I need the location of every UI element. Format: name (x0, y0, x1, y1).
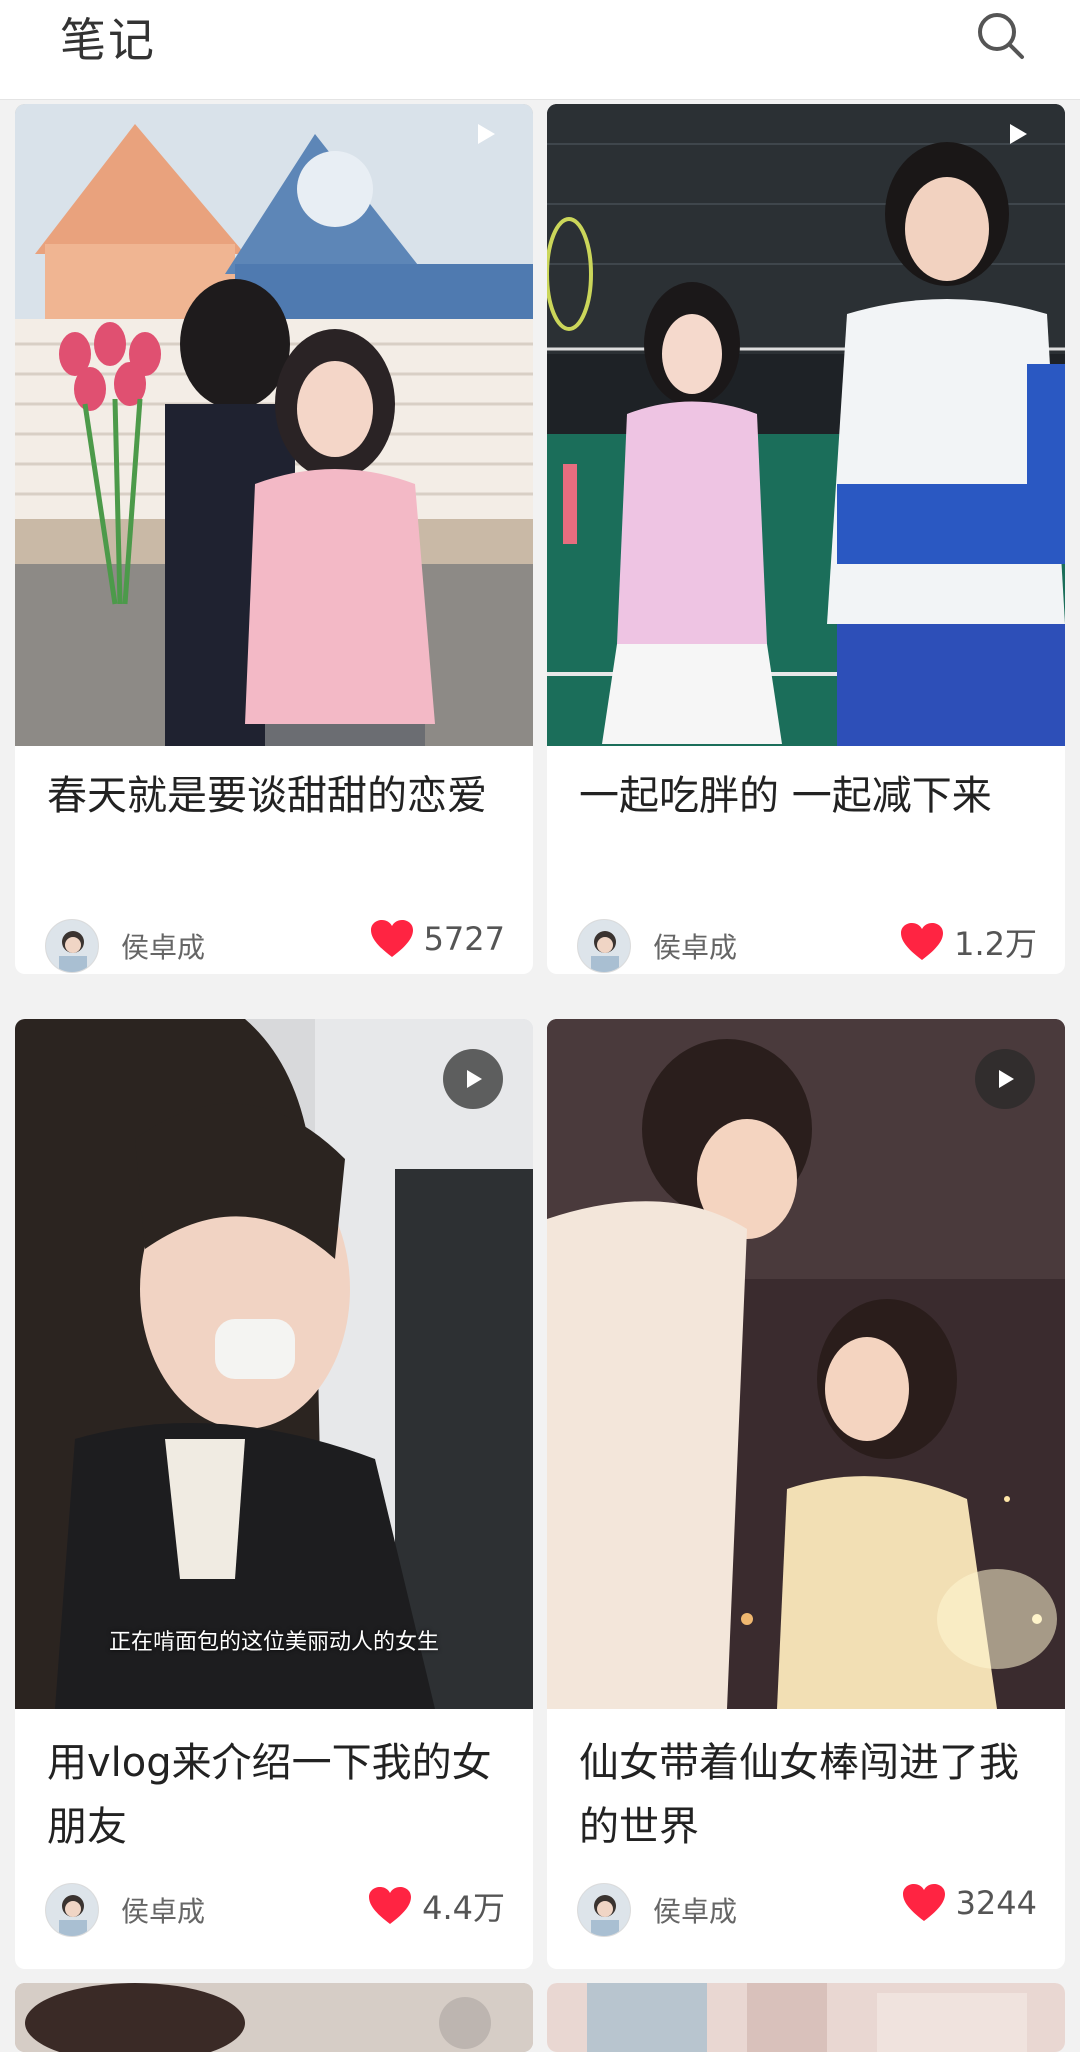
avatar (577, 919, 631, 973)
note-card[interactable]: 春天就是要谈甜甜的恋爱 侯卓成 5727 (15, 104, 533, 974)
play-icon (1010, 124, 1027, 144)
video-play-button[interactable] (443, 1049, 503, 1109)
likes-count: 1.2万 (954, 925, 1037, 963)
avatar (45, 1883, 99, 1937)
heart-icon (902, 1884, 945, 1921)
author-name: 侯卓成 (653, 931, 738, 964)
likes-count: 5727 (423, 920, 505, 958)
top-bar: 笔记 (0, 0, 1080, 100)
search-icon (978, 13, 1024, 59)
author-name: 侯卓成 (121, 1895, 206, 1928)
note-cover-image[interactable] (547, 104, 1065, 746)
note-cover-image[interactable] (15, 104, 533, 746)
heart-icon (370, 920, 413, 957)
likes-count: 4.4万 (422, 1889, 505, 1927)
likes-count: 3244 (955, 1884, 1037, 1922)
note-title[interactable]: 仙女带着仙女棒闯进了我的世界 (579, 1731, 1039, 1859)
video-play-button[interactable] (455, 104, 515, 164)
note-cover-image[interactable] (547, 1983, 1065, 2052)
note-card[interactable] (15, 1983, 533, 2052)
like-button[interactable]: 1.2万 (900, 919, 1037, 965)
note-card[interactable]: 仙女带着仙女棒闯进了我的世界 侯卓成 3244 (547, 1019, 1065, 1969)
note-cover-image[interactable] (15, 1983, 533, 2052)
play-icon (478, 124, 495, 144)
author-name: 侯卓成 (121, 931, 206, 964)
heart-icon (369, 1887, 412, 1924)
avatar (577, 1883, 631, 1937)
note-title[interactable]: 一起吃胖的 一起减下来 (579, 764, 1039, 828)
author-info[interactable]: 侯卓成 (577, 1883, 737, 1937)
author-info[interactable]: 侯卓成 (45, 919, 205, 973)
play-icon (467, 1070, 482, 1088)
search-button[interactable] (975, 10, 1027, 62)
video-play-button[interactable] (987, 104, 1047, 164)
author-info[interactable]: 侯卓成 (577, 919, 737, 973)
note-card[interactable] (547, 1983, 1065, 2052)
heart-icon (901, 923, 944, 960)
note-card[interactable]: 正在啃面包的这位美丽动人的女生 用vlog来介绍一下我的女朋友 侯卓成 4.4万 (15, 1019, 533, 1969)
page-title: 笔记 (60, 13, 156, 67)
note-card[interactable]: 一起吃胖的 一起减下来 侯卓成 1.2万 (547, 104, 1065, 974)
note-cover-image[interactable] (547, 1019, 1065, 1709)
play-icon (999, 1070, 1014, 1088)
author-info[interactable]: 侯卓成 (45, 1883, 205, 1937)
author-name: 侯卓成 (653, 1895, 738, 1928)
note-title[interactable]: 用vlog来介绍一下我的女朋友 (47, 1731, 507, 1859)
avatar (45, 919, 99, 973)
video-play-button[interactable] (975, 1049, 1035, 1109)
note-title[interactable]: 春天就是要谈甜甜的恋爱 (47, 764, 507, 828)
like-button[interactable]: 5727 (370, 919, 505, 959)
video-caption: 正在啃面包的这位美丽动人的女生 (108, 1630, 439, 1655)
like-button[interactable]: 3244 (902, 1883, 1037, 1923)
note-cover-image[interactable]: 正在啃面包的这位美丽动人的女生 (15, 1019, 533, 1709)
like-button[interactable]: 4.4万 (368, 1883, 505, 1929)
